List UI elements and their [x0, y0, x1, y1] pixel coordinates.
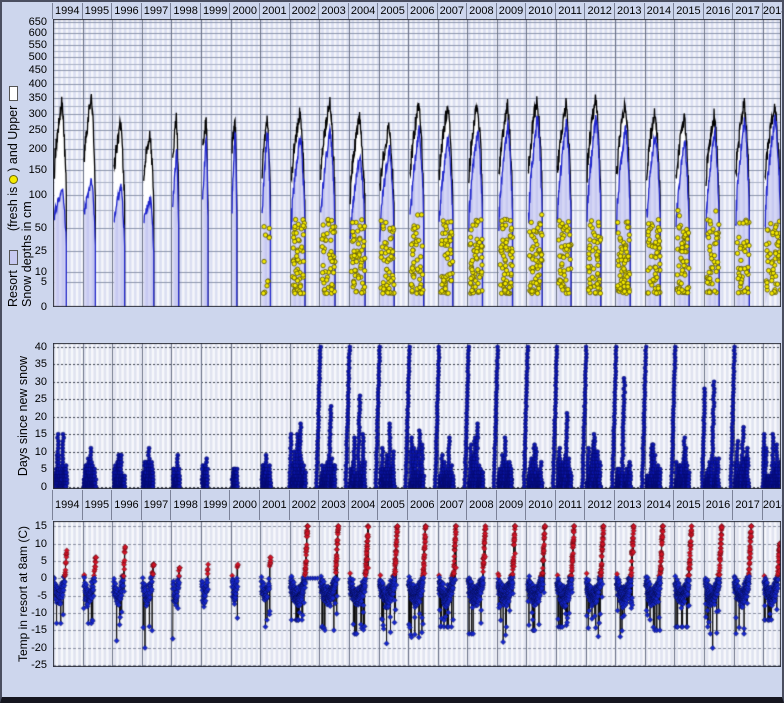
year-axis-top: 1994199519961997199819992000200120022003…: [52, 2, 782, 19]
year-label: 2017: [732, 3, 762, 19]
year-label: 2005: [377, 490, 407, 520]
year-label: 2008: [466, 3, 496, 19]
year-axis-middle: 1994199519961997199819992000200120022003…: [52, 489, 782, 521]
year-label: 1998: [170, 3, 200, 19]
snow-axis-title: Resort (fresh is ) and Upper Snow depths…: [6, 19, 46, 307]
year-label: 2005: [377, 3, 407, 19]
year-label: 2002: [289, 3, 319, 19]
year-label: 1996: [111, 490, 141, 520]
upper-swatch-icon: [9, 86, 18, 101]
year-label: 1994: [52, 490, 82, 520]
year-label: 2004: [348, 490, 378, 520]
year-label: 1997: [141, 490, 171, 520]
snow-depths-label: Snow depths in cm: [20, 19, 34, 307]
year-label: 2011: [555, 3, 585, 19]
days-axis-title: Days since new snow: [14, 343, 32, 489]
year-label: 2006: [407, 490, 437, 520]
year-label: 2011: [555, 490, 585, 520]
year-label: 2012: [584, 490, 614, 520]
year-label: 2015: [673, 490, 703, 520]
year-label: 2013: [614, 490, 644, 520]
year-label: 2000: [229, 490, 259, 520]
snow-legend-line: Resort (fresh is ) and Upper: [6, 19, 20, 307]
legend-fresh-suffix: ) and Upper: [6, 106, 20, 172]
snow-depth-plot: [53, 19, 781, 307]
fresh-snow-dot-icon: [9, 175, 18, 184]
year-label: 2018: [762, 490, 780, 520]
days-since-snow-plot: [53, 343, 781, 489]
year-label: 2008: [466, 490, 496, 520]
temperature-plot: [53, 521, 781, 667]
year-label: 2000: [229, 3, 259, 19]
year-label: 1999: [200, 490, 230, 520]
temp-axis-title: Temp in resort at 8am (C): [14, 521, 32, 667]
days-label: Days since new snow: [16, 343, 30, 489]
year-label: 1996: [111, 3, 141, 19]
legend-fresh-prefix: (fresh is: [6, 187, 20, 231]
year-label: 2004: [348, 3, 378, 19]
year-label: 2002: [289, 490, 319, 520]
year-label: 2006: [407, 3, 437, 19]
year-label: 2013: [614, 3, 644, 19]
year-label: 2014: [644, 3, 674, 19]
year-label: 1995: [82, 490, 112, 520]
year-label: 2014: [644, 490, 674, 520]
year-label: 2012: [584, 3, 614, 19]
legend-resort-label: Resort: [6, 270, 20, 307]
year-label: 2007: [437, 3, 467, 19]
temp-label: Temp in resort at 8am (C): [16, 521, 30, 667]
year-label: 2010: [525, 3, 555, 19]
year-label: 2009: [496, 3, 526, 19]
year-label: 2018: [762, 3, 780, 19]
year-label: 2010: [525, 490, 555, 520]
year-label: 1995: [82, 3, 112, 19]
resort-swatch-icon: [9, 250, 18, 265]
year-label: 2001: [259, 3, 289, 19]
year-label: 2009: [496, 490, 526, 520]
year-label: 2003: [318, 3, 348, 19]
year-label: 2016: [703, 3, 733, 19]
year-label: 1997: [141, 3, 171, 19]
year-label: 2001: [259, 490, 289, 520]
year-label: 2007: [437, 490, 467, 520]
year-label: 1994: [52, 3, 82, 19]
year-label: 2017: [732, 490, 762, 520]
year-label: 2015: [673, 3, 703, 19]
snow-history-chart: 1994199519961997199819992000200120022003…: [0, 0, 784, 703]
year-label: 2016: [703, 490, 733, 520]
year-label: 2003: [318, 490, 348, 520]
year-label: 1999: [200, 3, 230, 19]
year-label: 1998: [170, 490, 200, 520]
